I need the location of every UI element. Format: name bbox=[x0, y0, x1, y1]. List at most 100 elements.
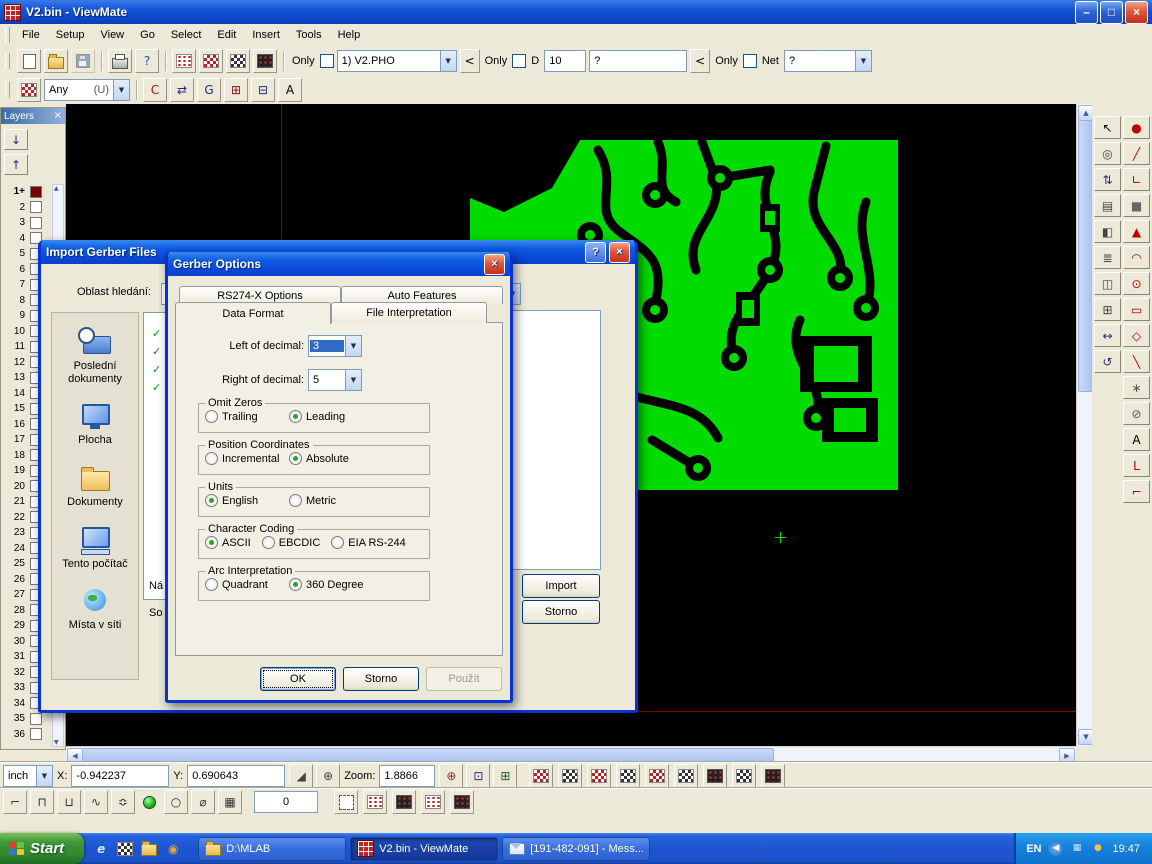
add-triangle-button[interactable]: ▲ bbox=[1123, 220, 1150, 243]
layer-visibility-checkbox[interactable] bbox=[30, 186, 42, 198]
menu-insert[interactable]: Insert bbox=[244, 26, 288, 44]
save-file-button[interactable] bbox=[71, 49, 95, 73]
grid-style-1-button[interactable] bbox=[529, 764, 553, 788]
import-button[interactable]: Import bbox=[522, 574, 600, 598]
vertical-scrollbar[interactable] bbox=[1076, 104, 1092, 746]
tab-data-format[interactable]: Data Format bbox=[175, 302, 331, 324]
grid-style-4-button[interactable] bbox=[616, 764, 640, 788]
add-polyline-button[interactable]: ∟ bbox=[1123, 168, 1150, 191]
grid-style-8-button[interactable] bbox=[732, 764, 756, 788]
select-pad-button[interactable]: ⊔ bbox=[57, 790, 81, 814]
hide-icons-chevron-tray[interactable]: ◀ bbox=[1048, 841, 1063, 856]
zoom-in-button[interactable]: ⊕ bbox=[439, 764, 463, 788]
left-of-decimal-select[interactable]: 3 bbox=[308, 335, 362, 357]
y-coordinate-field[interactable]: 0.690643 bbox=[187, 765, 285, 787]
swap-image-button[interactable] bbox=[226, 49, 250, 73]
open-file-button[interactable] bbox=[44, 49, 68, 73]
film-box-button[interactable] bbox=[253, 49, 277, 73]
layer-colors-button[interactable] bbox=[199, 49, 223, 73]
measure-angle-button[interactable]: ◢ bbox=[289, 764, 313, 788]
select-component-button[interactable]: ≎ bbox=[111, 790, 135, 814]
close-icon[interactable]: × bbox=[609, 242, 630, 263]
add-text-button[interactable]: A bbox=[1123, 428, 1150, 451]
pad-pattern-2-button[interactable] bbox=[392, 790, 416, 814]
place-m-sta-v-s-ti[interactable]: Místa v síti bbox=[55, 586, 135, 632]
add-slant-button[interactable]: ╲ bbox=[1123, 350, 1150, 373]
task-v2-bin-viewmate[interactable]: V2.bin - ViewMate bbox=[350, 837, 498, 861]
language-indicator[interactable]: EN bbox=[1026, 843, 1041, 855]
previous-dcode-button[interactable]: < bbox=[460, 49, 480, 73]
vertical-scroll-thumb[interactable] bbox=[1078, 120, 1093, 392]
folder-explorer-launcher[interactable] bbox=[140, 840, 158, 858]
ok-button[interactable]: OK bbox=[260, 667, 336, 691]
close-icon[interactable]: × bbox=[54, 111, 62, 121]
move-layer-up-button[interactable]: ↑ bbox=[4, 154, 28, 175]
corner-tool-button[interactable]: ⌐ bbox=[1123, 480, 1150, 503]
text-query-button[interactable]: A bbox=[278, 78, 302, 102]
place-dokumenty[interactable]: Dokumenty bbox=[55, 463, 135, 509]
radio-incremental[interactable]: Incremental bbox=[205, 452, 289, 465]
menu-help[interactable]: Help bbox=[330, 26, 369, 44]
settings-tool-button[interactable]: ∗ bbox=[1123, 376, 1150, 399]
grid-style-5-button[interactable] bbox=[645, 764, 669, 788]
horizontal-scrollbar[interactable] bbox=[66, 746, 1076, 762]
radio-leading[interactable]: Leading bbox=[289, 410, 373, 423]
rotate-tool-button[interactable]: ↺ bbox=[1094, 350, 1121, 373]
apply-button[interactable]: Použít bbox=[426, 667, 502, 691]
add-line-button[interactable]: ╱ bbox=[1123, 142, 1150, 165]
select-trace-button[interactable]: ⊓ bbox=[30, 790, 54, 814]
radio-ascii[interactable]: ASCII bbox=[205, 536, 251, 549]
goto-button[interactable]: G bbox=[197, 78, 221, 102]
grid-style-7-button[interactable] bbox=[703, 764, 727, 788]
l-shape-tool-button[interactable]: L bbox=[1123, 454, 1150, 477]
mirror-horizontal-button[interactable]: ↔ bbox=[1094, 324, 1121, 347]
radio-absolute[interactable]: Absolute bbox=[289, 452, 373, 465]
only-layer-checkbox[interactable] bbox=[320, 54, 334, 68]
chevron-down-icon[interactable] bbox=[345, 336, 361, 356]
maximize-button[interactable]: □ bbox=[1100, 1, 1123, 24]
aperture-table-button[interactable]: ▦ bbox=[218, 790, 242, 814]
origin-target-button[interactable]: ⊕ bbox=[316, 764, 340, 788]
menu-edit[interactable]: Edit bbox=[209, 26, 244, 44]
pad-stack-button[interactable]: ◎ bbox=[1094, 142, 1121, 165]
menu-go[interactable]: Go bbox=[132, 26, 163, 44]
layer-table-button[interactable]: ▤ bbox=[1094, 194, 1121, 217]
grid-style-9-button[interactable] bbox=[761, 764, 785, 788]
chevron-down-icon[interactable] bbox=[855, 51, 871, 71]
chevron-down-icon[interactable] bbox=[440, 51, 456, 71]
tab-file-interpretation[interactable]: File Interpretation bbox=[331, 302, 487, 323]
internet-explorer-launcher[interactable]: e bbox=[92, 840, 110, 858]
menu-view[interactable]: View bbox=[92, 26, 132, 44]
dot-grid-button[interactable] bbox=[334, 790, 358, 814]
layer-visibility-checkbox[interactable] bbox=[30, 201, 42, 213]
grid-style-2-button[interactable] bbox=[558, 764, 582, 788]
radio-metric[interactable]: Metric bbox=[289, 494, 373, 507]
right-of-decimal-select[interactable]: 5 bbox=[308, 369, 362, 391]
layer-row-36[interactable]: 36 bbox=[3, 727, 51, 743]
copy-window-button[interactable]: ◫ bbox=[1094, 272, 1121, 295]
highlight-net-button[interactable]: ⊞ bbox=[224, 78, 248, 102]
transform-button[interactable]: ⇄ bbox=[170, 78, 194, 102]
cancel-button[interactable]: Storno bbox=[343, 667, 419, 691]
radio-ebcdic[interactable]: EBCDIC bbox=[262, 536, 321, 549]
pad-pattern-1-button[interactable] bbox=[363, 790, 387, 814]
layer-visibility-checkbox[interactable] bbox=[30, 713, 42, 725]
layer-row-2[interactable]: 2 bbox=[3, 200, 51, 216]
select-via-button[interactable]: ∿ bbox=[84, 790, 108, 814]
print-button[interactable] bbox=[108, 49, 132, 73]
show-desktop-launcher[interactable] bbox=[116, 840, 134, 858]
zoom-fit-button[interactable]: ⊞ bbox=[493, 764, 517, 788]
task-d-mlab[interactable]: D:\MLAB bbox=[198, 837, 346, 861]
close-button[interactable]: × bbox=[1125, 1, 1148, 24]
browser-launcher[interactable]: ◉ bbox=[164, 840, 182, 858]
add-round-pad-button[interactable]: ● bbox=[1123, 116, 1150, 139]
radio-quadrant[interactable]: Quadrant bbox=[205, 578, 289, 591]
layer-row-1[interactable]: 1+ bbox=[3, 184, 51, 200]
unit-select[interactable]: inch bbox=[3, 765, 53, 787]
pad-pattern-4-button[interactable] bbox=[450, 790, 474, 814]
net-select[interactable]: ? bbox=[784, 50, 872, 72]
redraw-view-button[interactable] bbox=[172, 49, 196, 73]
previous-net-button[interactable]: < bbox=[690, 49, 710, 73]
measure-grid-button[interactable]: ⊟ bbox=[251, 78, 275, 102]
dcode-input[interactable]: 10 bbox=[544, 50, 586, 72]
